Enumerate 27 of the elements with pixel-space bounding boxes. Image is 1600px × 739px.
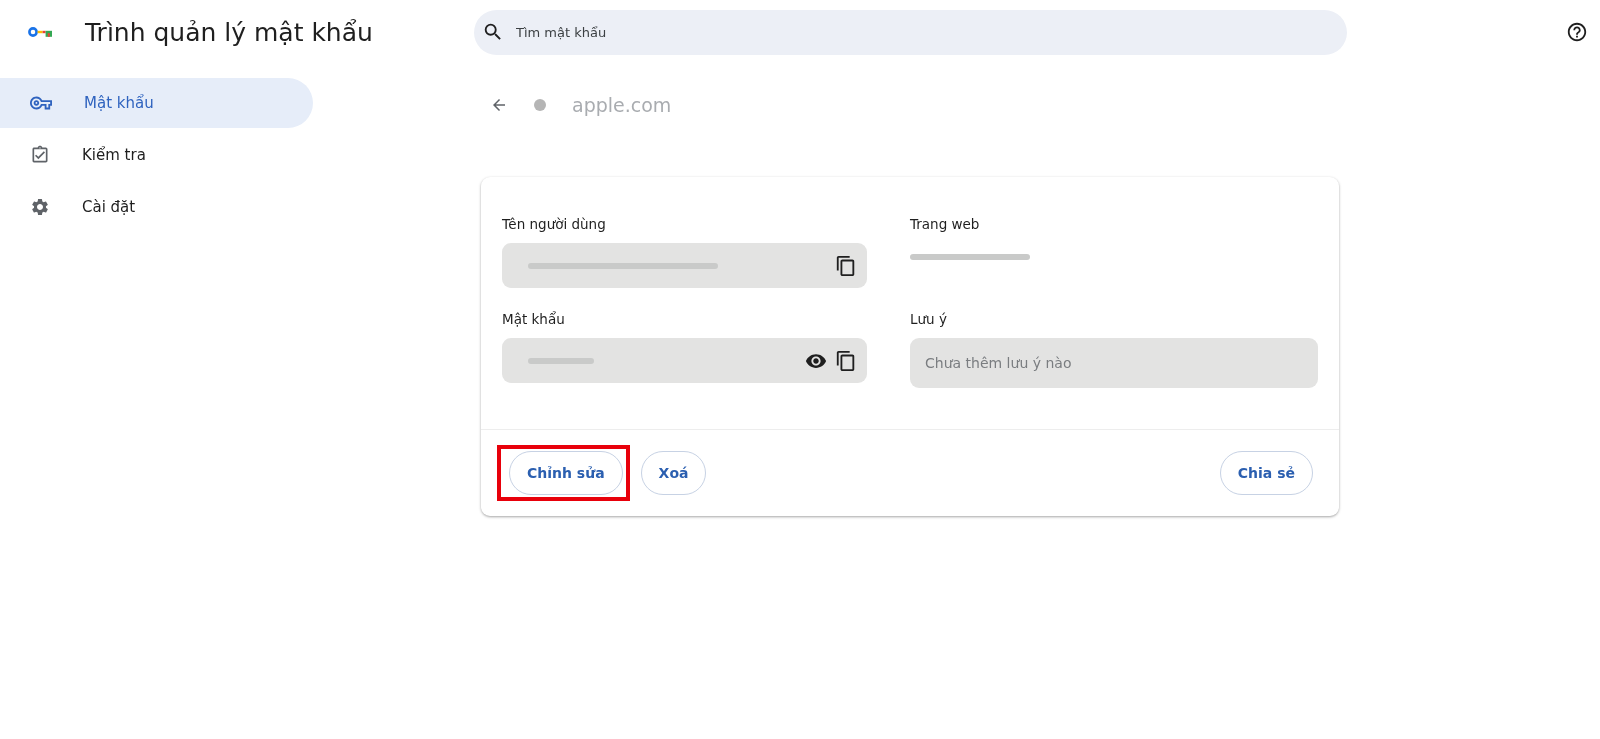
action-button[interactable]: Chia sẻ (1219, 451, 1313, 495)
blurred-text (528, 357, 594, 364)
clipboard-check-icon (30, 145, 50, 165)
sidebar-item[interactable]: Cài đặt (0, 182, 313, 232)
field-label: Tên người dùng (502, 215, 607, 233)
copy-button[interactable] (835, 254, 857, 277)
password-field[interactable] (502, 338, 867, 383)
copy-icon (835, 349, 857, 372)
field-label: Lưu ý (910, 310, 948, 328)
site-icon (534, 99, 546, 111)
sidebar-item[interactable]: Kiểm tra (0, 130, 313, 180)
action-button[interactable]: Xoá (640, 451, 707, 495)
action-button[interactable]: Chỉnh sửa (509, 451, 623, 495)
note-field[interactable]: Chưa thêm lưu ý nào (910, 338, 1318, 388)
username-field[interactable] (502, 243, 867, 288)
copy-icon (835, 254, 857, 277)
sidebar-item[interactable]: Mật khẩu (0, 78, 313, 128)
help-icon (1566, 21, 1588, 43)
field-label: Mật khẩu (502, 310, 566, 328)
settings-icon (30, 197, 50, 217)
search-field[interactable]: Tìm mật khẩu (474, 9, 1347, 55)
field-label: Trang web (910, 215, 981, 233)
key-logo-icon (28, 26, 52, 38)
copy-button[interactable] (835, 349, 857, 372)
app-title: Trình quản lý mật khẩu (85, 17, 373, 47)
site-name: apple.com (572, 94, 672, 116)
help-button[interactable] (1566, 21, 1588, 43)
